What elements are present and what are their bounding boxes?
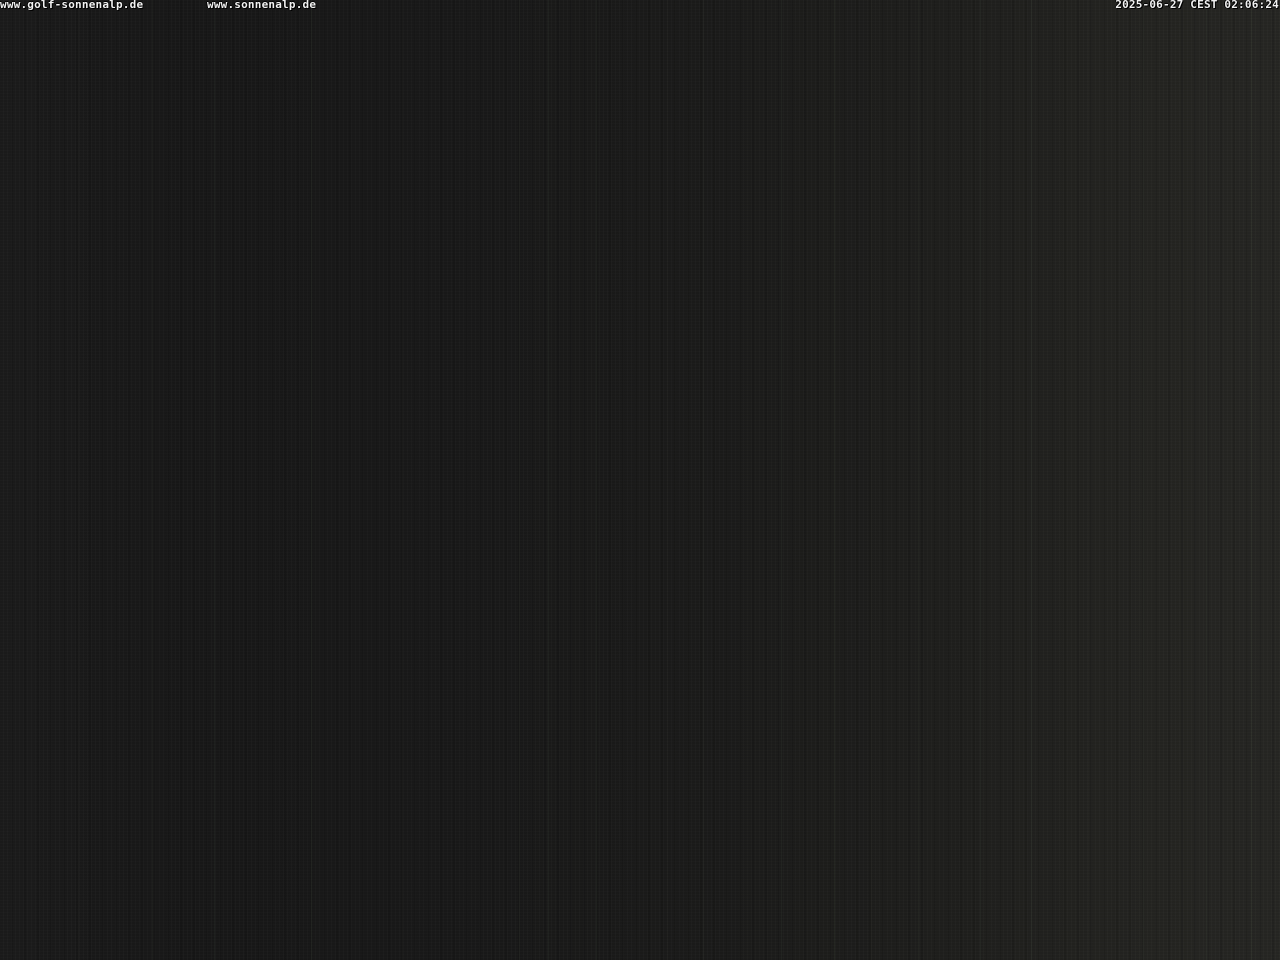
noise-streak	[78, 0, 79, 960]
noise-streak	[781, 0, 782, 960]
noise-streak	[548, 0, 549, 960]
noise-streak	[311, 0, 312, 960]
noise-streak	[667, 0, 668, 960]
webcam-frame: www.golf-sonnenalp.de www.sonnenalp.de 2…	[0, 0, 1280, 960]
noise-streak	[596, 0, 597, 960]
noise-streak	[1031, 0, 1032, 960]
golf-sonnenalp-url-overlay: www.golf-sonnenalp.de	[0, 0, 144, 11]
noise-streak	[980, 0, 981, 960]
noise-streak	[519, 0, 520, 960]
noise-streak	[1143, 0, 1144, 960]
noise-streak	[152, 0, 153, 960]
noise-streak	[834, 0, 835, 960]
noise-streak	[1251, 0, 1252, 960]
noise-streak	[703, 0, 704, 960]
timestamp-overlay: 2025-06-27 CEST 02:06:24	[1115, 0, 1279, 11]
noise-streak	[1206, 0, 1207, 960]
sonnenalp-url-overlay: www.sonnenalp.de	[207, 0, 317, 11]
noise-streak	[402, 0, 403, 960]
noise-streak	[918, 0, 919, 960]
noise-streak	[214, 0, 215, 960]
noise-streak	[871, 0, 872, 960]
noise-streak	[1088, 0, 1089, 960]
